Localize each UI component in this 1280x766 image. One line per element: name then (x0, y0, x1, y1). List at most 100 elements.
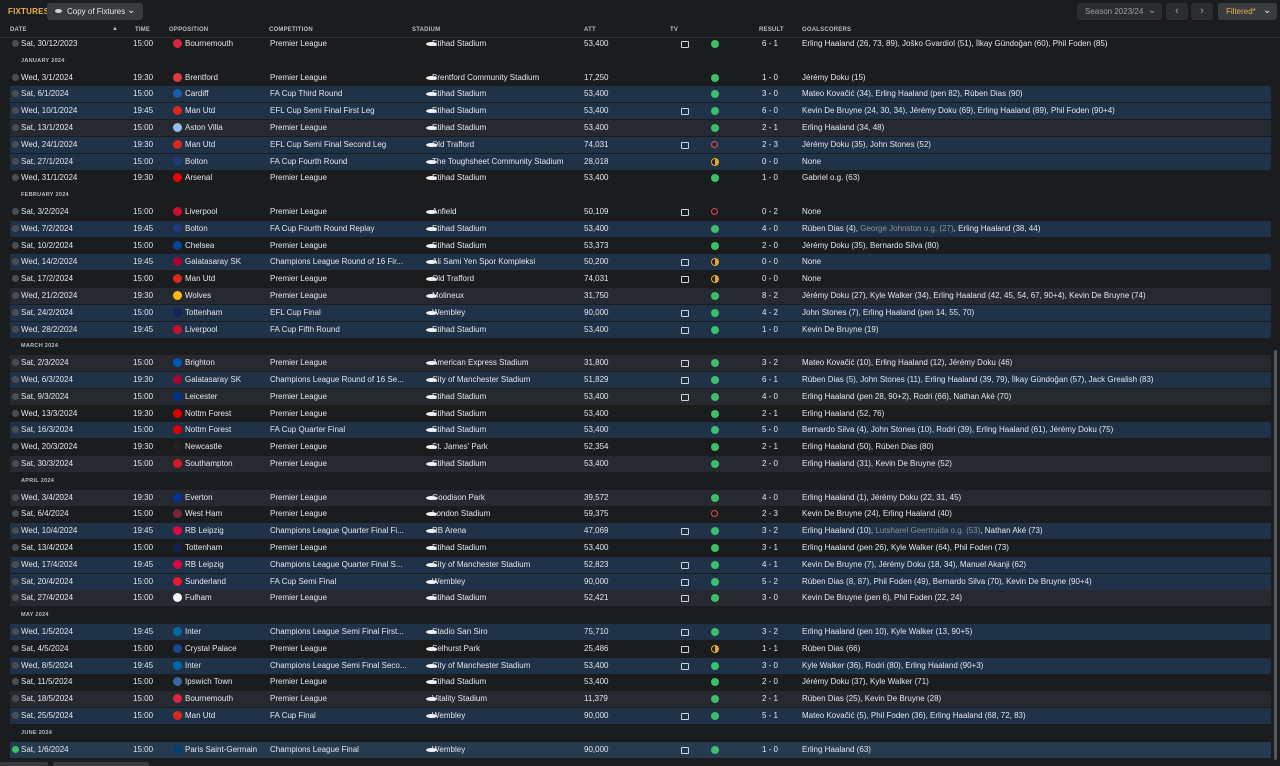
opposition-link[interactable]: Chelsea (185, 241, 270, 250)
competition-link[interactable]: Champions League Final (270, 745, 412, 754)
stadium-name[interactable]: Wembley (432, 577, 582, 586)
opposition-link[interactable]: Bournemouth (185, 694, 270, 703)
opposition-link[interactable]: Bolton (185, 157, 270, 166)
competition-link[interactable]: Premier League (270, 39, 412, 48)
fixture-row[interactable]: Wed, 6/3/2024 19:30 Galatasaray SK Champion… (10, 372, 1271, 388)
stadium-name[interactable]: City of Manchester Stadium (432, 560, 582, 569)
result[interactable]: 2 - 1 (750, 123, 790, 132)
result[interactable]: 8 - 2 (750, 291, 790, 300)
filter-button[interactable]: Filtered* ⌄ (1218, 3, 1277, 20)
fixture-row[interactable]: Sat, 2/3/2024 15:00 Brighton Premier League… (10, 355, 1271, 372)
competition-link[interactable]: EFL Cup Final (270, 308, 412, 317)
stadium-name[interactable]: Wembley (432, 711, 582, 720)
opposition-link[interactable]: Everton (185, 493, 270, 502)
fixture-row[interactable]: Sat, 16/3/2024 15:00 Nottm Forest FA Cup Qu… (10, 422, 1271, 439)
fixture-row[interactable]: Sat, 20/4/2024 15:00 Sunderland FA Cup Semi… (10, 573, 1271, 590)
competition-link[interactable]: Premier League (270, 291, 412, 300)
fixture-row[interactable]: Sat, 6/4/2024 15:00 West Ham Premier League… (10, 506, 1271, 522)
opposition-link[interactable]: Galatasaray SK (185, 375, 270, 384)
column-header-attendance[interactable]: ATT (584, 27, 596, 33)
stadium-name[interactable]: The Toughsheet Community Stadium (432, 157, 582, 166)
result[interactable]: 3 - 0 (750, 593, 790, 602)
stadium-name[interactable]: Etihad Stadium (432, 39, 582, 48)
fixture-row[interactable]: Wed, 10/4/2024 19:45 RB Leipzig Champions L… (10, 523, 1271, 540)
result[interactable]: 0 - 2 (750, 207, 790, 216)
competition-link[interactable]: Premier League (270, 593, 412, 602)
result[interactable]: 4 - 0 (750, 224, 790, 233)
stadium-name[interactable]: Molineux (432, 291, 582, 300)
result[interactable]: 4 - 2 (750, 308, 790, 317)
stadium-name[interactable]: Etihad Stadium (432, 325, 582, 334)
stadium-name[interactable]: RB Arena (432, 526, 582, 535)
competition-link[interactable]: FA Cup Fourth Round (270, 157, 412, 166)
result[interactable]: 2 - 3 (750, 140, 790, 149)
stadium-name[interactable]: Anfield (432, 207, 582, 216)
competition-link[interactable]: EFL Cup Semi Final Second Leg (270, 140, 412, 149)
fixture-row[interactable]: Wed, 10/1/2024 19:45 Man Utd EFL Cup Semi F… (10, 103, 1271, 120)
stadium-name[interactable]: Etihad Stadium (432, 241, 582, 250)
column-header-goalscorers[interactable]: GOALSCORERS (802, 27, 851, 33)
stadium-name[interactable]: Etihad Stadium (432, 224, 582, 233)
opposition-link[interactable]: Fulham (185, 593, 270, 602)
result[interactable]: 1 - 1 (750, 644, 790, 653)
competition-link[interactable]: Champions League Semi Final First... (270, 627, 412, 636)
opposition-link[interactable]: Tottenham (185, 543, 270, 552)
opposition-link[interactable]: Tottenham (185, 308, 270, 317)
competition-link[interactable]: Premier League (270, 358, 412, 367)
stadium-name[interactable]: Stadio San Siro (432, 627, 582, 636)
stadium-name[interactable]: Vitality Stadium (432, 694, 582, 703)
result[interactable]: 4 - 0 (750, 493, 790, 502)
fixture-row[interactable]: Wed, 7/2/2024 19:45 Bolton FA Cup Fourth Ro… (10, 220, 1271, 237)
column-header-tv[interactable]: TV (670, 27, 678, 33)
fixture-row[interactable]: Wed, 28/2/2024 19:45 Liverpool FA Cup Fifth… (10, 321, 1271, 338)
result[interactable]: 6 - 1 (750, 375, 790, 384)
stadium-name[interactable]: Etihad Stadium (432, 106, 582, 115)
result[interactable]: 0 - 0 (750, 257, 790, 266)
bottom-tab[interactable] (0, 762, 48, 766)
result[interactable]: 6 - 0 (750, 106, 790, 115)
competition-link[interactable]: Premier League (270, 543, 412, 552)
season-selector[interactable]: Season 2023/24 ⌄ (1077, 3, 1162, 20)
stadium-name[interactable]: Old Trafford (432, 274, 582, 283)
fixture-row[interactable]: Wed, 14/2/2024 19:45 Galatasaray SK Champio… (10, 254, 1271, 271)
fixture-row[interactable]: Wed, 3/4/2024 19:30 Everton Premier League G… (10, 489, 1271, 506)
stadium-name[interactable]: St. James' Park (432, 442, 582, 451)
fixture-row[interactable]: Wed, 21/2/2024 19:30 Wolves Premier League M… (10, 288, 1271, 304)
opposition-link[interactable]: Leicester (185, 392, 270, 401)
competition-link[interactable]: Champions League Round of 16 Fir... (270, 257, 412, 266)
stadium-name[interactable]: City of Manchester Stadium (432, 375, 582, 384)
competition-link[interactable]: Premier League (270, 173, 412, 182)
opposition-link[interactable]: Inter (185, 661, 270, 670)
competition-link[interactable]: FA Cup Final (270, 711, 412, 720)
competition-link[interactable]: Champions League Quarter Final S... (270, 560, 412, 569)
stadium-name[interactable]: Selhurst Park (432, 644, 582, 653)
result[interactable]: 2 - 3 (750, 509, 790, 518)
competition-link[interactable]: Champions League Round of 16 Se... (270, 375, 412, 384)
stadium-name[interactable]: American Express Stadium (432, 358, 582, 367)
stadium-name[interactable]: Etihad Stadium (432, 173, 582, 182)
result[interactable]: 5 - 2 (750, 577, 790, 586)
result[interactable]: 2 - 1 (750, 694, 790, 703)
opposition-link[interactable]: Galatasaray SK (185, 257, 270, 266)
result[interactable]: 0 - 0 (750, 157, 790, 166)
stadium-name[interactable]: Old Trafford (432, 140, 582, 149)
fixture-row[interactable]: Sat, 30/12/2023 15:00 Bournemouth Premier L… (10, 38, 1271, 52)
stadium-name[interactable]: Wembley (432, 308, 582, 317)
stadium-name[interactable]: Etihad Stadium (432, 425, 582, 434)
stadium-name[interactable]: Etihad Stadium (432, 89, 582, 98)
opposition-link[interactable]: Man Utd (185, 711, 270, 720)
result[interactable]: 2 - 0 (750, 459, 790, 468)
fixture-row[interactable]: Sat, 24/2/2024 15:00 Tottenham EFL Cup Fina… (10, 304, 1271, 321)
result[interactable]: 6 - 1 (750, 39, 790, 48)
competition-link[interactable]: Premier League (270, 509, 412, 518)
opposition-link[interactable]: Man Utd (185, 140, 270, 149)
stadium-name[interactable]: Etihad Stadium (432, 543, 582, 552)
opposition-link[interactable]: Liverpool (185, 325, 270, 334)
result[interactable]: 0 - 0 (750, 274, 790, 283)
opposition-link[interactable]: Brentford (185, 73, 270, 82)
competition-link[interactable]: Premier League (270, 274, 412, 283)
stadium-name[interactable]: Ali Sami Yen Spor Kompleksi (432, 257, 582, 266)
opposition-link[interactable]: Paris Saint-Germain (185, 745, 270, 754)
result[interactable]: 3 - 1 (750, 543, 790, 552)
fixture-row[interactable]: Sat, 17/2/2024 15:00 Man Utd Premier League… (10, 271, 1271, 287)
